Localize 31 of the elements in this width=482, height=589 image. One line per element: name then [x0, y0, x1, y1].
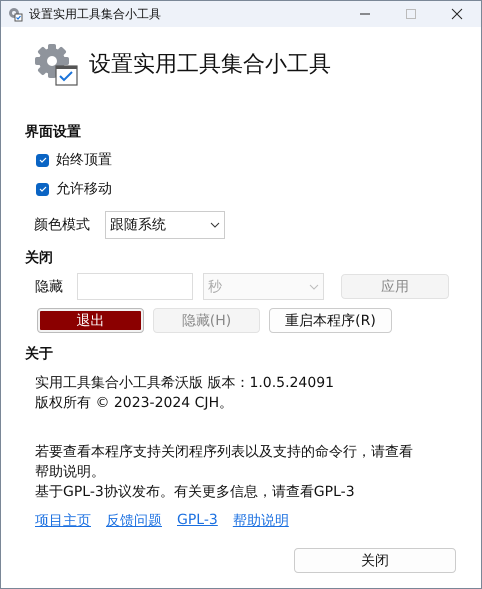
- action-button[interactable]: 重启本程序(R): [269, 308, 392, 333]
- close-icon[interactable]: [451, 8, 463, 20]
- about-note: 基于GPL-3协议发布。有关更多信息，请查看GPL-3: [35, 483, 356, 502]
- app-title: 设置实用工具集合小工具: [89, 51, 331, 79]
- checkbox-label: 始终顶置: [56, 151, 112, 169]
- check-icon: [38, 184, 48, 194]
- link[interactable]: 帮助说明: [232, 512, 289, 530]
- close-button[interactable]: 关闭: [294, 548, 456, 573]
- link[interactable]: 项目主页: [35, 512, 91, 530]
- check-icon: [38, 155, 48, 165]
- about-text: 版权所有 © 2023-2024 CJH。: [35, 394, 234, 413]
- gear-checkbox-icon: [7, 6, 23, 22]
- link[interactable]: GPL-3: [177, 512, 218, 530]
- checkbox[interactable]: [36, 182, 49, 196]
- action-button[interactable]: 退出: [37, 308, 144, 333]
- hide-label: 隐藏: [35, 278, 64, 296]
- color-mode-label: 颜色模式: [34, 216, 91, 234]
- section-title: 关于: [25, 345, 54, 363]
- section-title: 关闭: [25, 249, 54, 267]
- checkbox-label: 允许移动: [56, 180, 112, 198]
- about-text: 实用工具集合小工具希沃版 版本：1.0.5.24091: [35, 374, 336, 393]
- chevron-icon: [210, 222, 220, 228]
- section-title: 界面设置: [25, 123, 82, 141]
- gear-checkbox-icon: [33, 41, 79, 87]
- checkbox[interactable]: [36, 154, 49, 166]
- window-title: 设置实用工具集合小工具: [29, 6, 161, 22]
- about-note: 若要查看本程序支持关闭程序列表以及支持的命令行，请查看帮助说明。: [35, 443, 414, 482]
- input-field[interactable]: [77, 273, 193, 300]
- link[interactable]: 反馈问题: [106, 512, 162, 530]
- chevron-icon: [309, 284, 319, 290]
- color-mode-dropdown[interactable]: 跟随系统: [105, 211, 225, 239]
